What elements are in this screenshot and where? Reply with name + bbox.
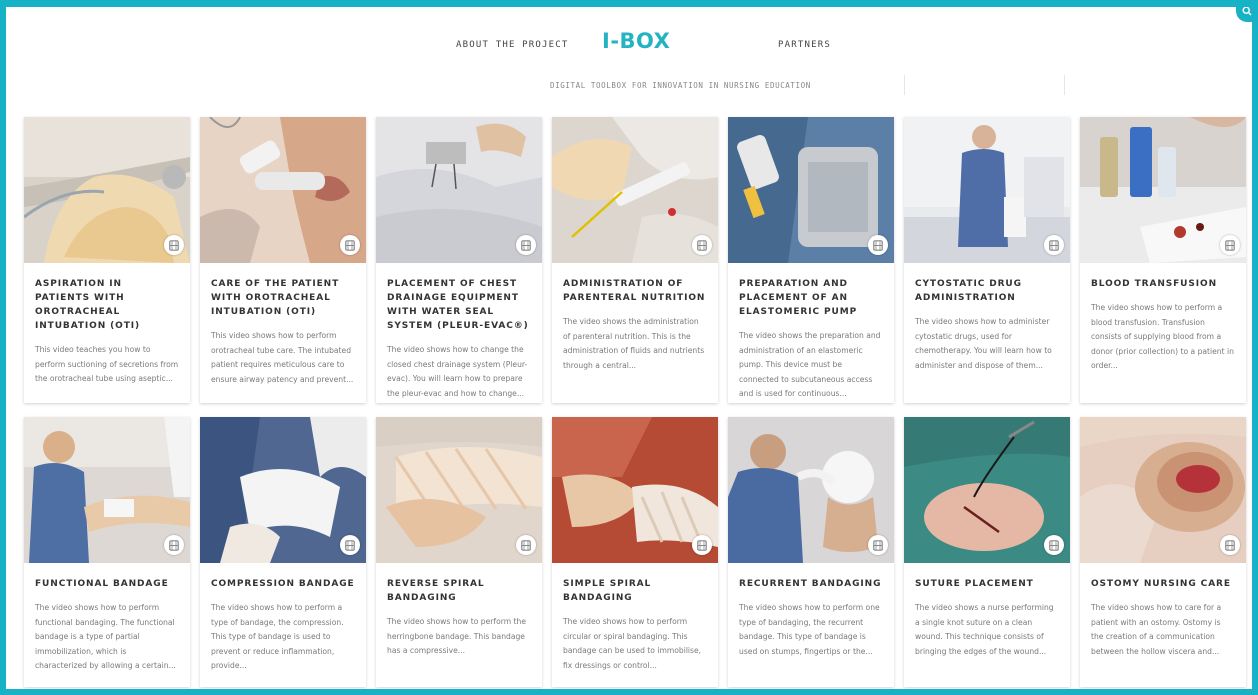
film-icon [164, 235, 184, 255]
video-card[interactable]: ASPIRATION IN PATIENTS WITH OROTRACHEAL … [24, 117, 190, 403]
film-icon [516, 235, 536, 255]
card-title[interactable]: PREPARATION AND PLACEMENT OF AN ELASTOME… [739, 277, 883, 319]
film-icon [1220, 235, 1240, 255]
film-icon [516, 535, 536, 555]
card-description: The video shows the administration of pa… [563, 317, 705, 370]
video-thumbnail[interactable] [200, 417, 366, 563]
card-description: The video shows how to perform the herri… [387, 617, 527, 655]
film-icon [692, 235, 712, 255]
video-card[interactable]: RECURRENT BANDAGING The video shows how … [728, 417, 894, 687]
video-card[interactable]: FUNCTIONAL BANDAGE The video shows how t… [24, 417, 190, 687]
card-description: The video shows how to perform circular … [563, 617, 702, 670]
card-title[interactable]: FUNCTIONAL BANDAGE [35, 577, 179, 591]
nav-partners[interactable]: PARTNERS [778, 40, 831, 50]
card-title[interactable]: SIMPLE SPIRAL BANDAGING [563, 577, 707, 605]
video-thumbnail[interactable] [24, 117, 190, 263]
card-description: The video shows how to perform a blood t… [1091, 303, 1234, 370]
video-thumbnail[interactable] [1080, 117, 1246, 263]
video-thumbnail[interactable] [1080, 417, 1246, 563]
video-card[interactable]: BLOOD TRANSFUSION The video shows how to… [1080, 117, 1246, 403]
video-card[interactable]: SUTURE PLACEMENT The video shows a nurse… [904, 417, 1070, 687]
film-icon [340, 535, 360, 555]
video-card-grid: ASPIRATION IN PATIENTS WITH OROTRACHEAL … [24, 117, 1246, 687]
card-description: The video shows how to perform functiona… [35, 603, 176, 670]
video-card[interactable]: REVERSE SPIRAL BANDAGING The video shows… [376, 417, 542, 687]
header-divider [1064, 75, 1065, 95]
card-description: The video shows how to care for a patien… [1091, 603, 1222, 656]
video-thumbnail[interactable] [200, 117, 366, 263]
nav-about-project[interactable]: ABOUT THE PROJECT [456, 40, 569, 50]
film-icon [1044, 235, 1064, 255]
film-icon [1220, 535, 1240, 555]
card-title[interactable]: SUTURE PLACEMENT [915, 577, 1059, 591]
card-title[interactable]: RECURRENT BANDAGING [739, 577, 883, 591]
card-title[interactable]: ASPIRATION IN PATIENTS WITH OROTRACHEAL … [35, 277, 179, 333]
video-card[interactable]: OSTOMY NURSING CARE The video shows how … [1080, 417, 1246, 687]
video-thumbnail[interactable] [728, 417, 894, 563]
video-thumbnail[interactable] [376, 117, 542, 263]
card-description: The video shows the preparation and admi… [739, 331, 881, 398]
video-thumbnail[interactable] [728, 117, 894, 263]
film-icon [868, 535, 888, 555]
video-thumbnail[interactable] [904, 417, 1070, 563]
card-description: The video shows how to administer cytost… [915, 317, 1052, 370]
video-thumbnail[interactable] [552, 117, 718, 263]
site-logo[interactable]: I-BOX [602, 29, 670, 53]
film-icon [340, 235, 360, 255]
page-frame: ABOUT THE PROJECT I-BOX PARTNERS DIGITAL… [0, 0, 1258, 695]
video-thumbnail[interactable] [24, 417, 190, 563]
card-title[interactable]: OSTOMY NURSING CARE [1091, 577, 1235, 591]
card-title[interactable]: CYTOSTATIC DRUG ADMINISTRATION [915, 277, 1059, 305]
video-thumbnail[interactable] [552, 417, 718, 563]
video-card[interactable]: CYTOSTATIC DRUG ADMINISTRATION The video… [904, 117, 1070, 403]
film-icon [164, 535, 184, 555]
film-icon [692, 535, 712, 555]
card-description: The video shows a nurse performing a sin… [915, 603, 1054, 656]
header-divider [904, 75, 905, 95]
video-card[interactable]: PREPARATION AND PLACEMENT OF AN ELASTOME… [728, 117, 894, 403]
video-thumbnail[interactable] [376, 417, 542, 563]
video-thumbnail[interactable] [904, 117, 1070, 263]
card-description: The video shows how to perform one type … [739, 603, 880, 656]
site-tagline: DIGITAL TOOLBOX FOR INNOVATION IN NURSIN… [550, 81, 811, 90]
card-title[interactable]: ADMINISTRATION OF PARENTERAL NUTRITION [563, 277, 707, 305]
card-title[interactable]: PLACEMENT OF CHEST DRAINAGE EQUIPMENT WI… [387, 277, 531, 333]
video-card[interactable]: COMPRESSION BANDAGE The video shows how … [200, 417, 366, 687]
film-icon [1044, 535, 1064, 555]
video-card[interactable]: CARE OF THE PATIENT WITH OROTRACHEAL INT… [200, 117, 366, 403]
card-description: The video shows how to change the closed… [387, 345, 528, 398]
video-card[interactable]: PLACEMENT OF CHEST DRAINAGE EQUIPMENT WI… [376, 117, 542, 403]
card-description: This video teaches you how to perform su… [35, 345, 179, 383]
video-card[interactable]: ADMINISTRATION OF PARENTERAL NUTRITION T… [552, 117, 718, 403]
card-description: The video shows how to perform a type of… [211, 603, 344, 670]
video-card[interactable]: SIMPLE SPIRAL BANDAGING The video shows … [552, 417, 718, 687]
film-icon [868, 235, 888, 255]
site-header: ABOUT THE PROJECT I-BOX PARTNERS DIGITAL… [6, 7, 1252, 115]
card-description: This video shows how to perform orotrach… [211, 331, 354, 384]
card-title[interactable]: REVERSE SPIRAL BANDAGING [387, 577, 531, 605]
card-title[interactable]: BLOOD TRANSFUSION [1091, 277, 1235, 291]
card-title[interactable]: CARE OF THE PATIENT WITH OROTRACHEAL INT… [211, 277, 355, 319]
card-title[interactable]: COMPRESSION BANDAGE [211, 577, 355, 591]
